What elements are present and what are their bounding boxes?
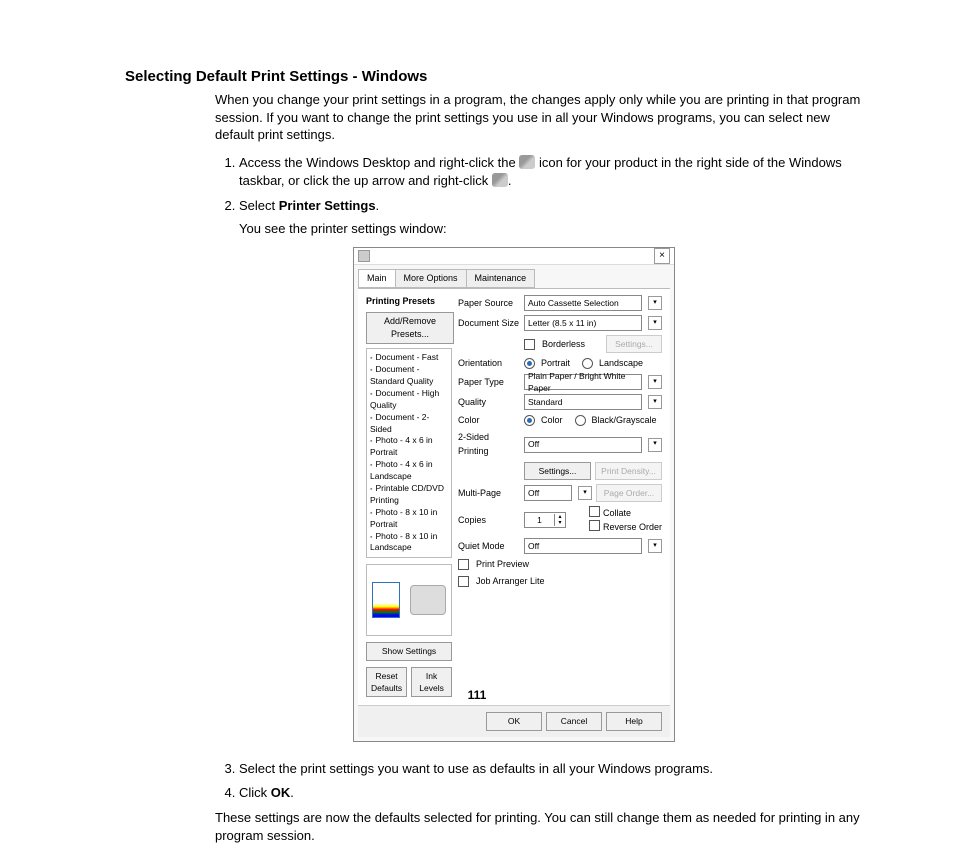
preset-item[interactable]: Document - 2-Sided xyxy=(370,412,448,436)
two-sided-settings-button[interactable]: Settings... xyxy=(524,462,591,480)
quiet-mode-combo[interactable]: Off xyxy=(524,538,642,554)
quality-combo[interactable]: Standard xyxy=(524,394,642,410)
tabs: Main More Options Maintenance xyxy=(354,265,674,288)
printer-settings-dialog: × Main More Options Maintenance Printing… xyxy=(353,247,675,742)
document-thumb-icon xyxy=(372,582,400,618)
cancel-button[interactable]: Cancel xyxy=(546,712,602,730)
quality-label: Quality xyxy=(458,396,520,409)
collate-checkbox[interactable] xyxy=(589,506,600,517)
steps-list: Access the Windows Desktop and right-cli… xyxy=(215,154,864,804)
color-label: Color xyxy=(458,414,520,427)
document-size-label: Document Size xyxy=(458,317,520,330)
chevron-down-icon[interactable]: ▾ xyxy=(648,375,662,389)
borderless-checkbox[interactable] xyxy=(524,339,535,350)
orientation-label: Orientation xyxy=(458,357,520,370)
document-size-combo[interactable]: Letter (8.5 x 11 in) xyxy=(524,315,642,331)
portrait-radio[interactable] xyxy=(524,358,535,369)
tab-maintenance[interactable]: Maintenance xyxy=(466,269,536,288)
preset-item[interactable]: Photo - 8 x 10 in Portrait xyxy=(370,507,448,531)
closing-text: These settings are now the defaults sele… xyxy=(215,809,864,844)
paper-type-combo[interactable]: Plain Paper / Bright White Paper xyxy=(524,374,642,390)
preset-item[interactable]: Document - High Quality xyxy=(370,388,448,412)
preset-item[interactable]: Photo - 4 x 6 in Portrait xyxy=(370,435,448,459)
close-icon[interactable]: × xyxy=(654,248,670,264)
printer-thumb-icon xyxy=(410,585,446,615)
landscape-radio[interactable] xyxy=(582,358,593,369)
chevron-down-icon[interactable]: ▾ xyxy=(648,296,662,310)
product-icon xyxy=(519,155,535,169)
preset-item[interactable]: Photo - 8 x 10 in Landscape xyxy=(370,531,448,555)
paper-source-combo[interactable]: Auto Cassette Selection xyxy=(524,295,642,311)
quiet-mode-label: Quiet Mode xyxy=(458,540,520,553)
preview-box xyxy=(366,564,452,636)
borderless-label: Borderless xyxy=(542,338,585,351)
copies-spinner[interactable]: 1▴▾ xyxy=(524,512,566,528)
paper-source-label: Paper Source xyxy=(458,297,520,310)
preset-list[interactable]: Document - Fast Document - Standard Qual… xyxy=(366,348,452,558)
page-order-button: Page Order... xyxy=(596,484,662,502)
preset-item[interactable]: Document - Standard Quality xyxy=(370,364,448,388)
two-sided-label: 2-Sided Printing xyxy=(458,431,520,457)
add-remove-presets-button[interactable]: Add/Remove Presets... xyxy=(366,312,454,344)
print-preview-checkbox[interactable] xyxy=(458,559,469,570)
multi-page-label: Multi-Page xyxy=(458,487,520,500)
step-2: Select Printer Settings. You see the pri… xyxy=(239,197,864,741)
sys-icon xyxy=(358,250,370,262)
reverse-order-checkbox[interactable] xyxy=(589,520,600,531)
chevron-down-icon[interactable]: ▾ xyxy=(648,395,662,409)
bw-radio[interactable] xyxy=(575,415,586,426)
chevron-down-icon[interactable]: ▾ xyxy=(648,316,662,330)
tab-more-options[interactable]: More Options xyxy=(395,269,467,288)
page-title: Selecting Default Print Settings - Windo… xyxy=(125,68,864,85)
step-2-sub: You see the printer settings window: xyxy=(239,220,864,239)
step-3: Select the print settings you want to us… xyxy=(239,760,864,779)
intro-text: When you change your print settings in a… xyxy=(215,91,864,144)
help-button[interactable]: Help xyxy=(606,712,662,730)
chevron-down-icon[interactable]: ▾ xyxy=(578,486,592,500)
print-density-button: Print Density... xyxy=(595,462,662,480)
preset-item[interactable]: Photo - 4 x 6 in Landscape xyxy=(370,459,448,483)
copies-label: Copies xyxy=(458,514,520,527)
preset-item[interactable]: Document - Fast xyxy=(370,352,448,364)
ok-button[interactable]: OK xyxy=(486,712,542,730)
multi-page-combo[interactable]: Off xyxy=(524,485,572,501)
step-1: Access the Windows Desktop and right-cli… xyxy=(239,154,864,192)
two-sided-combo[interactable]: Off xyxy=(524,437,642,453)
step-4: Click OK. xyxy=(239,784,864,803)
presets-header: Printing Presets xyxy=(366,295,452,308)
tab-main[interactable]: Main xyxy=(358,269,396,288)
borderless-settings-button: Settings... xyxy=(606,335,662,353)
chevron-down-icon[interactable]: ▾ xyxy=(648,539,662,553)
dialog-titlebar: × xyxy=(354,248,674,265)
page-number: 111 xyxy=(0,688,954,702)
product-icon-small xyxy=(492,173,508,187)
job-arranger-checkbox[interactable] xyxy=(458,576,469,587)
chevron-down-icon[interactable]: ▾ xyxy=(648,438,662,452)
paper-type-label: Paper Type xyxy=(458,376,520,389)
show-settings-button[interactable]: Show Settings xyxy=(366,642,452,660)
color-radio[interactable] xyxy=(524,415,535,426)
preset-item[interactable]: Printable CD/DVD Printing xyxy=(370,483,448,507)
